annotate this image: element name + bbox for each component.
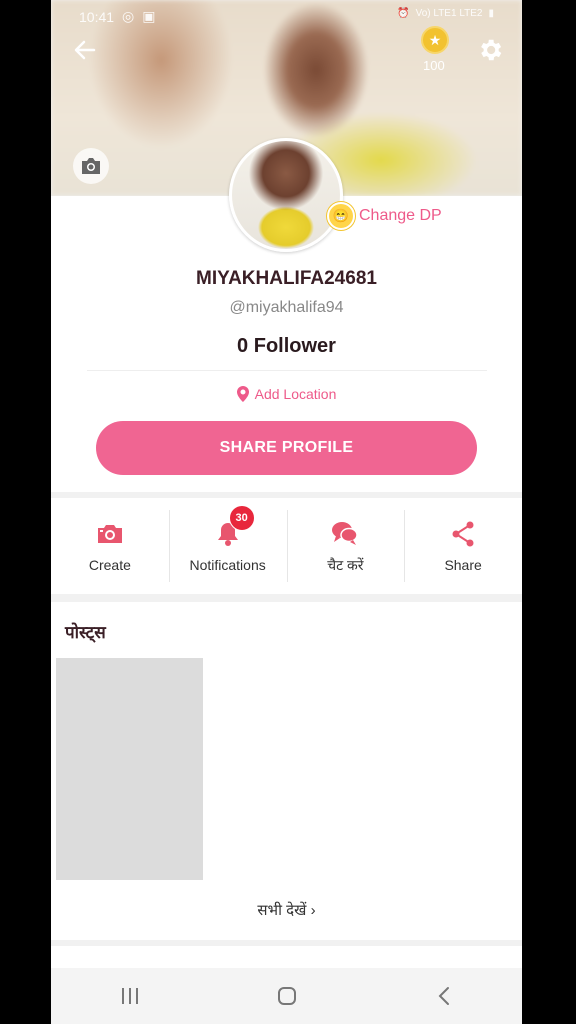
profile-username: MIYAKHALIFA24681 xyxy=(196,268,377,289)
posts-title: पोस्ट्स xyxy=(65,623,106,642)
add-location-label: Add Location xyxy=(254,386,337,402)
see-all-label: सभी देखें xyxy=(257,902,307,919)
posts-section: पोस्ट्स सभी देखें › xyxy=(51,602,522,940)
network-status: Vo) LTE1 LTE2 xyxy=(415,8,483,19)
share-button[interactable]: Share xyxy=(404,498,522,594)
see-all-link[interactable]: सभी देखें › xyxy=(51,900,522,920)
add-location-button[interactable]: Add Location xyxy=(51,386,522,402)
coin-icon[interactable]: ★ xyxy=(421,26,449,54)
camera-icon xyxy=(95,519,125,549)
status-bar-right: ⏰ Vo) LTE1 LTE2 ▮ xyxy=(397,8,494,19)
notifications-button[interactable]: 30 Notifications xyxy=(168,498,287,594)
chat-label: चैट करें xyxy=(327,556,364,573)
share-profile-button[interactable]: SHARE PROFILE xyxy=(96,421,477,475)
chat-icon xyxy=(330,518,360,548)
instagram-icon: ◎ xyxy=(122,8,135,24)
back-arrow-icon[interactable] xyxy=(71,36,99,64)
change-dp-label: Change DP xyxy=(359,207,442,224)
post-thumbnail[interactable] xyxy=(56,658,203,880)
home-icon[interactable] xyxy=(267,976,307,1016)
profile-avatar[interactable] xyxy=(229,138,343,252)
chevron-right-icon: › xyxy=(310,902,316,919)
bell-icon: 30 xyxy=(213,505,255,549)
screen: 10:41 ◎ ▣ ⏰ Vo) LTE1 LTE2 ▮ ★ 100 😁 Chan… xyxy=(51,0,522,1024)
system-nav-bar xyxy=(51,968,522,1024)
share-icon xyxy=(448,519,478,549)
follower-count[interactable]: 0 Follower xyxy=(51,335,522,358)
chat-button[interactable]: चैट करें xyxy=(286,498,405,594)
coin-count: 100 xyxy=(423,58,445,73)
status-time: 10:41 xyxy=(79,8,115,25)
recent-apps-icon[interactable] xyxy=(110,976,150,1016)
alarm-icon: ⏰ xyxy=(397,8,410,19)
settings-gear-icon[interactable] xyxy=(476,36,504,64)
battery-icon: ▮ xyxy=(488,8,494,19)
change-dp-button[interactable]: 😁 Change DP xyxy=(327,202,442,230)
create-label: Create xyxy=(88,557,131,573)
notification-badge: 30 xyxy=(228,505,255,531)
divider xyxy=(87,370,487,371)
change-cover-camera-icon[interactable] xyxy=(73,148,109,184)
create-button[interactable]: Create xyxy=(51,498,169,594)
profile-handle: @miyakhalifa94 xyxy=(229,299,344,316)
back-nav-icon[interactable] xyxy=(424,976,464,1016)
action-bar: Create 30 Notifications चैट करें Share xyxy=(51,498,522,594)
notifications-label: Notifications xyxy=(189,557,266,573)
status-bar-left: 10:41 ◎ ▣ xyxy=(79,8,156,25)
grin-emoji-icon: 😁 xyxy=(327,202,355,230)
screen-record-icon: ▣ xyxy=(142,8,156,24)
share-label: Share xyxy=(444,557,482,573)
location-pin-icon xyxy=(236,386,249,402)
